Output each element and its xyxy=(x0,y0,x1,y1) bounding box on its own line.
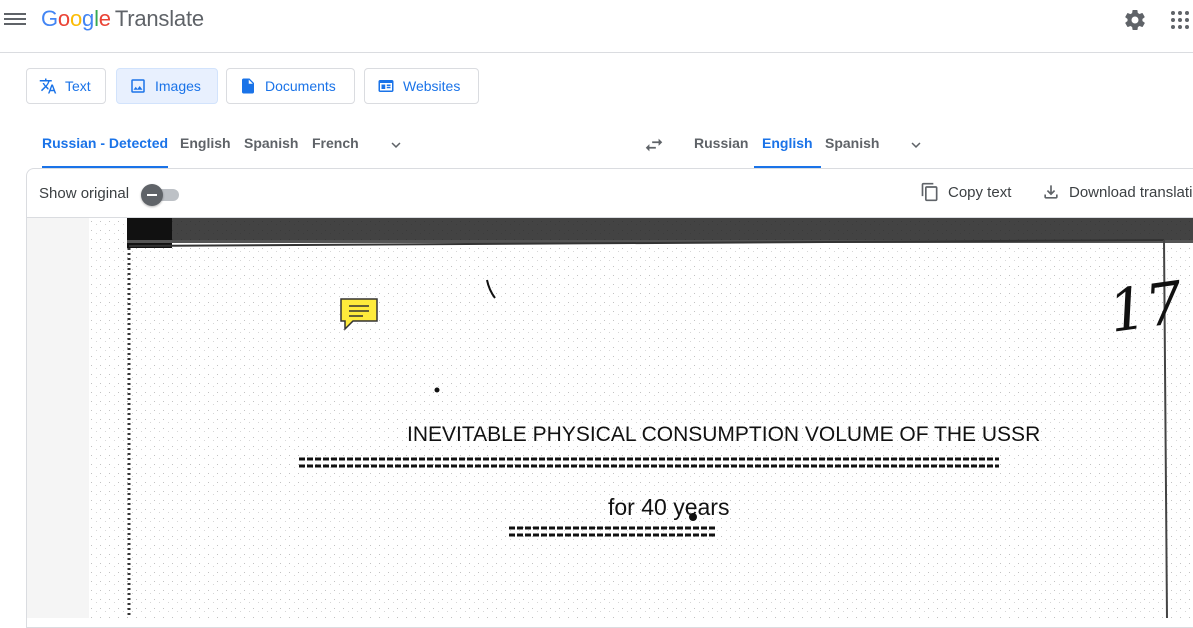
source-lang-russian-detected[interactable]: Russian - Detected xyxy=(42,122,169,168)
translation-result-panel: Show original Copy text Download transla… xyxy=(26,168,1193,628)
download-translation-button[interactable]: Download translation xyxy=(1041,182,1193,202)
document-icon xyxy=(242,78,254,94)
websites-mode-label: Websites xyxy=(403,78,461,94)
toggle-knob xyxy=(141,184,163,206)
document-subtitle: for 40 years xyxy=(608,494,730,520)
document-title: INEVITABLE PHYSICAL CONSUMPTION VOLUME O… xyxy=(407,423,1041,446)
text-mode-button[interactable]: Text xyxy=(26,68,106,104)
copy-text-button[interactable]: Copy text xyxy=(920,182,1011,202)
copy-text-label: Copy text xyxy=(948,183,1012,201)
product-name: Translate xyxy=(114,6,204,31)
text-mode-label: Text xyxy=(65,78,91,94)
comment-bubble-icon[interactable] xyxy=(339,296,379,332)
source-lang-english[interactable]: English xyxy=(180,122,231,168)
translated-document-image: 17 INEVITABLE PHYSICAL CONSUMPTION VOLUM… xyxy=(89,218,1193,618)
logo-letter: G xyxy=(41,6,58,31)
download-label: Download translation xyxy=(1069,183,1193,201)
result-toolbar: Show original Copy text Download transla… xyxy=(27,169,1193,218)
source-lang-french[interactable]: French xyxy=(312,122,359,168)
swap-languages-icon[interactable] xyxy=(643,134,665,156)
target-lang-spanish[interactable]: Spanish xyxy=(825,122,879,168)
images-mode-button[interactable]: Images xyxy=(116,68,218,104)
show-original-label: Show original xyxy=(39,185,130,202)
handwritten-page-number: 17 xyxy=(1104,268,1188,346)
apps-grid-icon[interactable] xyxy=(1170,10,1190,30)
logo-letter: g xyxy=(82,6,95,31)
image-icon xyxy=(131,79,145,93)
target-lang-english[interactable]: English xyxy=(754,122,821,168)
chevron-down-icon[interactable] xyxy=(907,136,925,154)
top-app-bar: Google Translate xyxy=(0,0,1193,53)
images-mode-label: Images xyxy=(155,78,201,94)
download-icon xyxy=(1044,185,1058,199)
logo-letter: e xyxy=(98,6,111,31)
translate-icon xyxy=(39,78,57,94)
websites-mode-button[interactable]: Websites xyxy=(364,68,479,104)
target-lang-russian[interactable]: Russian xyxy=(694,122,748,168)
menu-icon[interactable] xyxy=(4,10,26,30)
google-translate-logo[interactable]: Google Translate xyxy=(41,6,204,32)
chevron-down-icon[interactable] xyxy=(387,136,405,154)
gear-icon[interactable] xyxy=(1123,8,1147,32)
translated-image-viewport: 17 INEVITABLE PHYSICAL CONSUMPTION VOLUM… xyxy=(27,218,1193,618)
copy-icon xyxy=(921,182,938,202)
scanned-page-texture xyxy=(89,218,1193,618)
logo-letter: o xyxy=(57,6,70,31)
website-icon xyxy=(378,80,394,92)
documents-mode-label: Documents xyxy=(265,78,336,94)
logo-letter: o xyxy=(69,6,83,31)
source-lang-spanish[interactable]: Spanish xyxy=(244,122,298,168)
documents-mode-button[interactable]: Documents xyxy=(226,68,355,104)
show-original-toggle[interactable] xyxy=(141,184,179,206)
